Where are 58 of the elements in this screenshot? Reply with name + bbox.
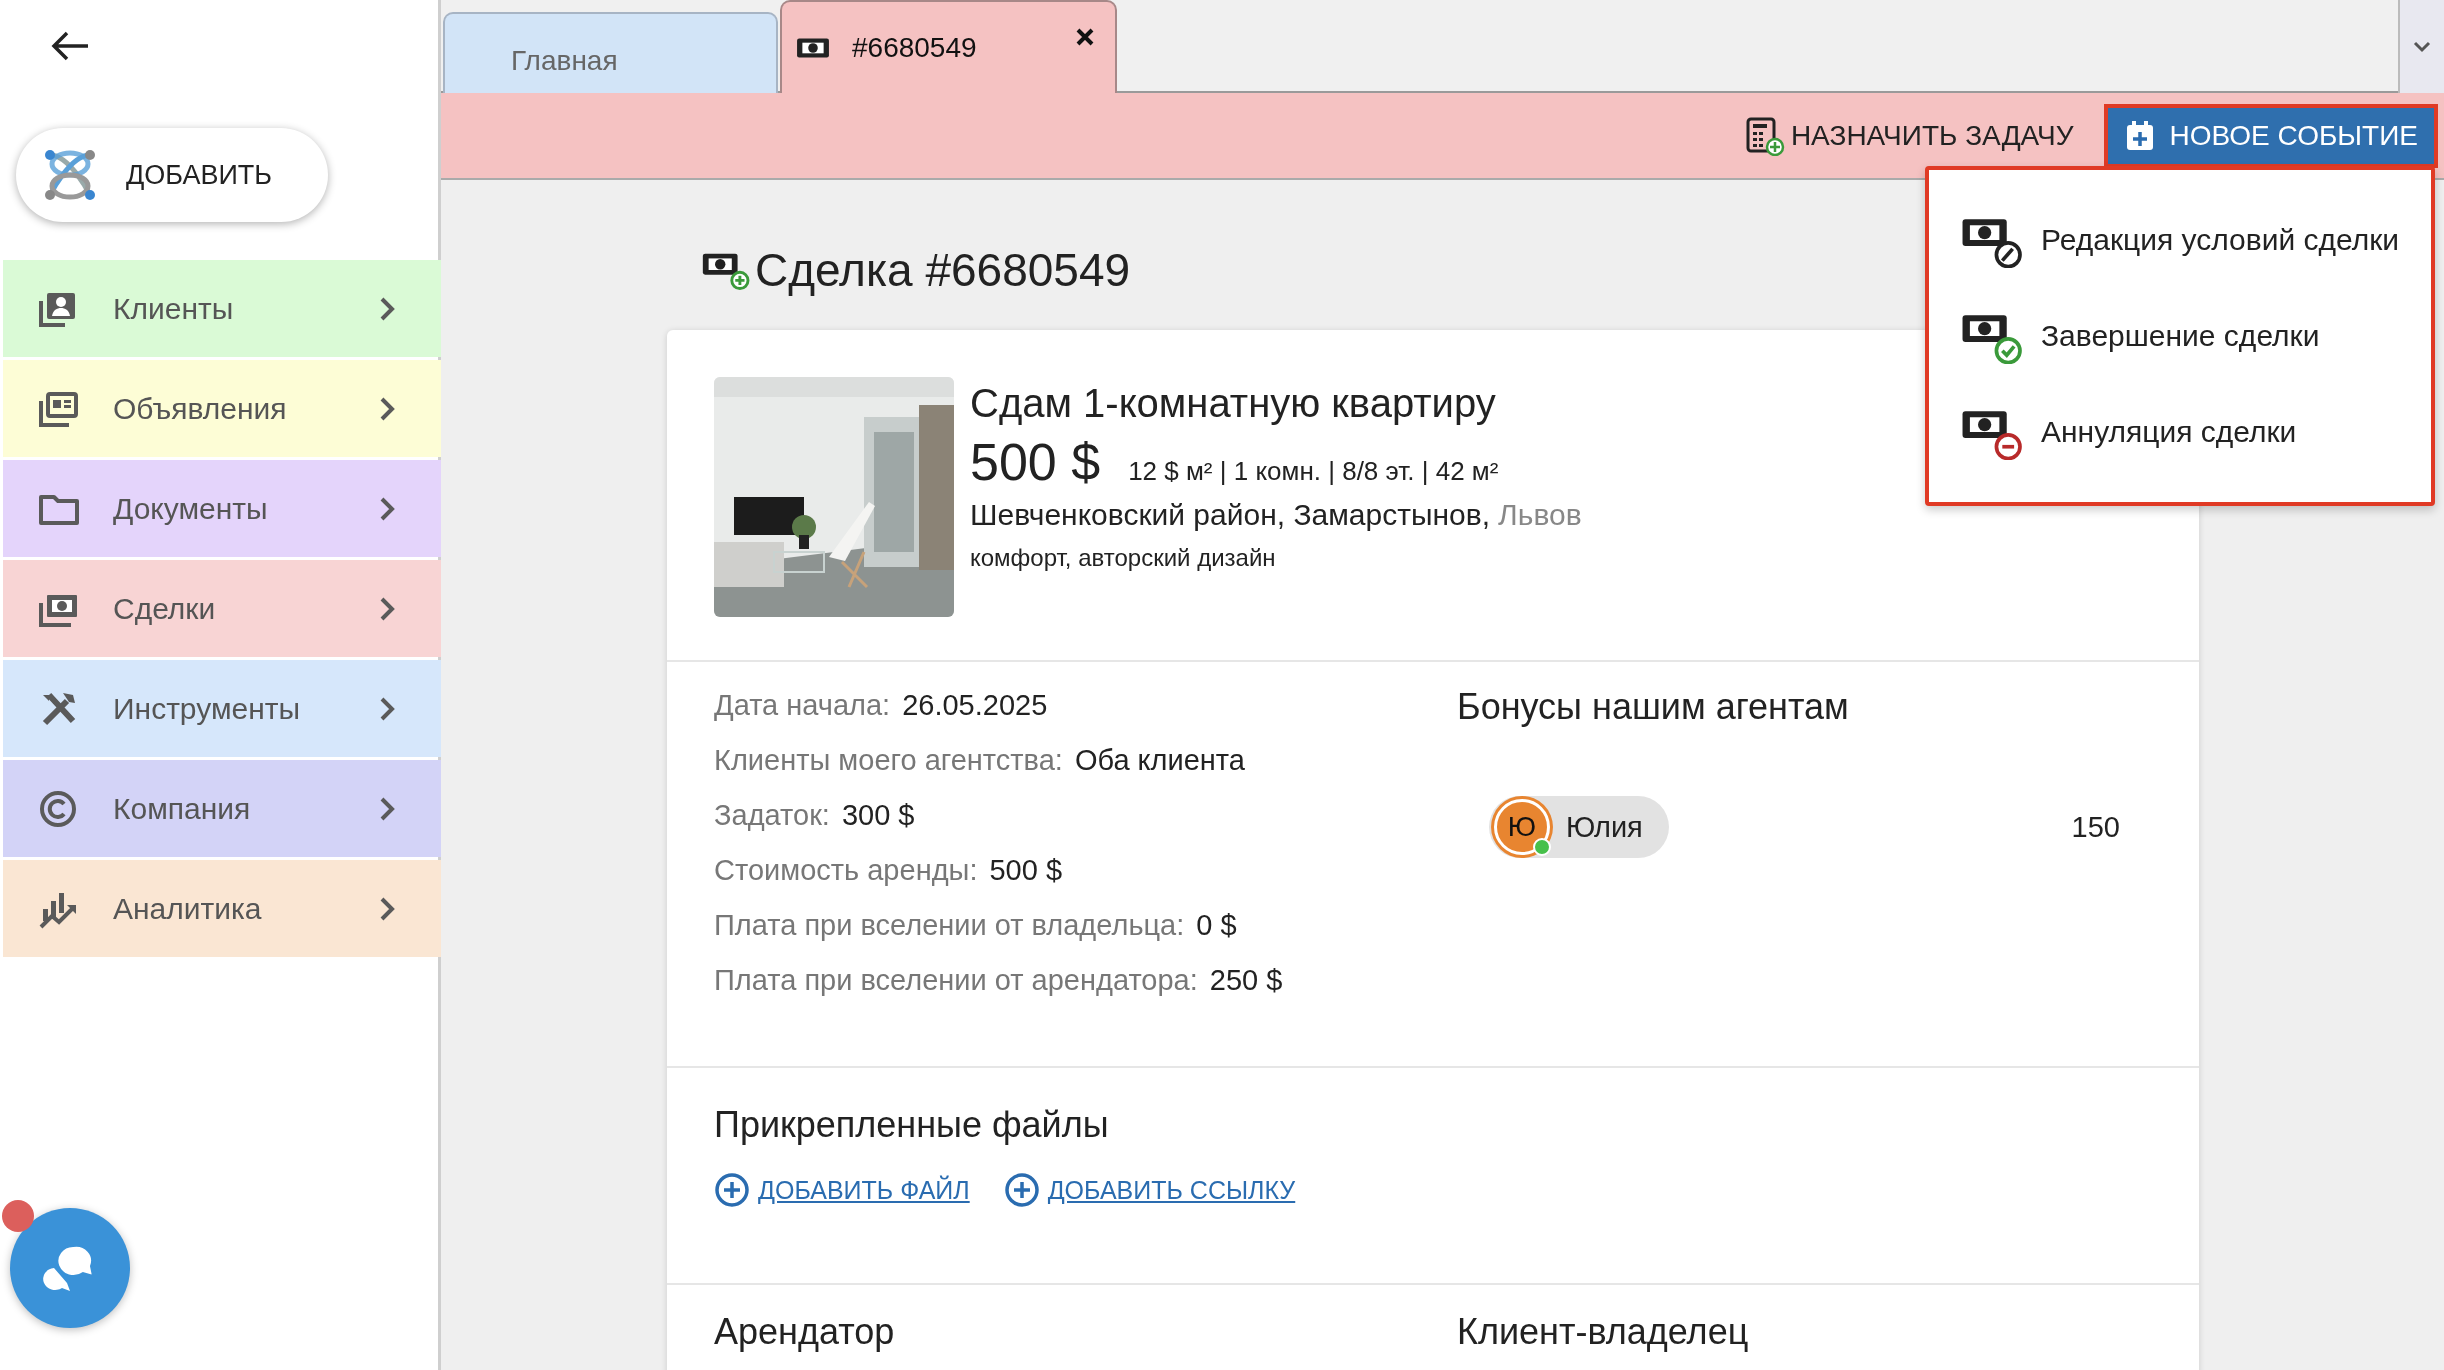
back-arrow-icon (50, 30, 90, 62)
plus-circle-icon (1003, 1172, 1040, 1208)
chevron-right-icon (379, 295, 395, 322)
listing-details: 12 $ м² | 1 комн. | 8/8 эт. | 42 м² (1128, 456, 1499, 487)
add-link[interactable]: ДОБАВИТЬ ФАЙЛ (758, 1175, 970, 1205)
address: Шевченковский район, Замарстынов, (970, 498, 1491, 532)
chat-button[interactable] (10, 1208, 130, 1328)
nav-item[interactable]: Сделки (3, 560, 441, 657)
close-icon[interactable] (1075, 26, 1095, 47)
chevron-down-icon (2412, 39, 2432, 54)
chevron-right-icon (379, 395, 395, 422)
calculator-plus-icon (1744, 115, 1785, 156)
nav-item[interactable]: Инструменты (3, 660, 441, 757)
section-title: Прикрепленные файлы (714, 1104, 1110, 1146)
field-value: 26.05.2025 (902, 688, 1048, 723)
field-value: Оба клиента (1074, 743, 1245, 778)
nav-item[interactable]: Компания (3, 760, 441, 857)
field-label: Стоимость аренды: (714, 853, 978, 888)
plus-circle-icon (714, 1172, 750, 1208)
field-label: Дата начала: (714, 688, 891, 723)
listing-title: Сдам 1-комнатную квартиру (970, 381, 1497, 426)
chevron-right-icon (379, 895, 395, 922)
field-label: Клиенты моего агентства: (714, 743, 1063, 778)
section-title: Клиент-владелец (1457, 1311, 1750, 1353)
menu-item[interactable]: Редакция условий сделки (1929, 192, 2431, 288)
city: Львов (1498, 498, 1582, 532)
tab[interactable]: Главная (443, 12, 778, 93)
bonus-amount: 150 (2071, 810, 2120, 844)
add-button[interactable]: ДОБАВИТЬ (16, 128, 328, 222)
field-label: Плата при вселении от арендатора: (714, 963, 1198, 998)
tab[interactable]: #6680549 (780, 0, 1117, 93)
field-value: 250 $ (1209, 963, 1283, 998)
add-link[interactable]: ДОБАВИТЬ ССЫЛКУ (1047, 1175, 1296, 1205)
nav-item[interactable]: Документы (3, 460, 441, 557)
nav-item[interactable]: Объявления (3, 360, 441, 457)
assign-task-button[interactable]: НАЗНАЧИТЬ ЗАДАЧУ (1732, 107, 2086, 164)
deal-title: Сделка #6680549 (755, 243, 1131, 297)
nav-item[interactable]: Аналитика (3, 860, 441, 957)
menu-item[interactable]: Завершение сделки (1929, 288, 2431, 384)
agent-chip[interactable]: Ю Юлия (1489, 796, 1669, 858)
listing-tags: комфорт, авторский дизайн (970, 544, 1582, 572)
chevron-right-icon (379, 595, 395, 622)
field-label: Задаток: (714, 798, 830, 833)
menu-item[interactable]: Аннуляция сделки (1929, 384, 2431, 480)
copyright-icon (37, 788, 79, 829)
nav-item[interactable]: Клиенты (3, 260, 441, 357)
back-button[interactable] (50, 30, 90, 62)
field-label: Плата при вселении от владельца: (714, 908, 1185, 943)
section-title: Арендатор (714, 1311, 896, 1353)
price: 500 $ (970, 432, 1101, 492)
field-value: 500 $ (989, 853, 1063, 888)
field-value: 300 $ (841, 798, 915, 833)
field-value: 0 $ (1196, 908, 1237, 943)
chevron-right-icon (379, 495, 395, 522)
chevron-right-icon (379, 695, 395, 722)
avatar: Ю (1494, 799, 1550, 855)
chevron-right-icon (379, 795, 395, 822)
section-title: Бонусы нашим агентам (1457, 686, 1850, 728)
